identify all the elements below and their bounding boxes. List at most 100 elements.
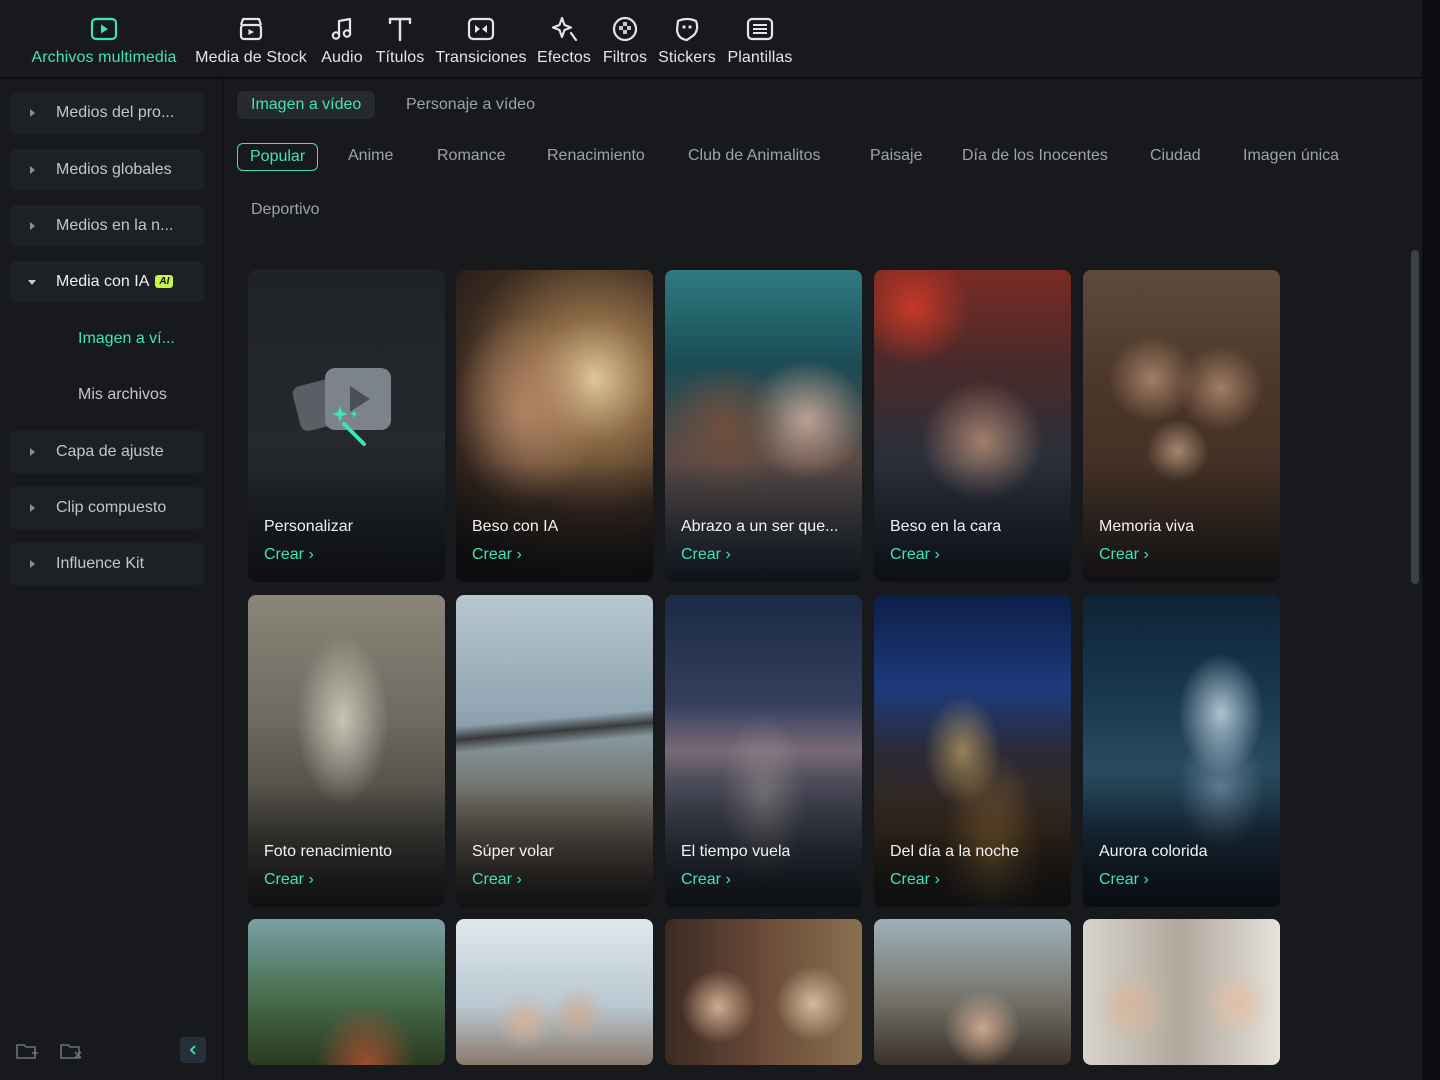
category-popular[interactable]: Popular	[237, 143, 319, 171]
sidebar-item-medios-globales[interactable]: Medios globales	[10, 149, 204, 191]
template-card-personalizar[interactable]: Personalizar Crear ›	[248, 270, 445, 582]
card-thumbnail-glow	[1083, 919, 1280, 1065]
chevron-down-icon	[28, 280, 36, 285]
sidebar: Medios del pro... Medios globales Medios…	[0, 79, 222, 1080]
chevron-right-icon	[30, 504, 35, 512]
sidebar-item-label: Medios en la n...	[56, 217, 174, 234]
create-label: Crear	[472, 546, 513, 563]
vertical-scrollbar[interactable]	[1411, 250, 1419, 584]
sidebar-subitem-mis-archivos[interactable]: Mis archivos	[78, 386, 167, 404]
template-card[interactable]	[665, 919, 862, 1065]
sidebar-item-influence-kit[interactable]: Influence Kit	[10, 543, 204, 585]
new-folder-icon[interactable]	[15, 1040, 39, 1062]
chevron-right-icon	[30, 222, 35, 230]
tool-label: Media de Stock	[195, 49, 307, 66]
create-link[interactable]: Crear ›	[472, 546, 522, 564]
tool-media-de-stock[interactable]: Media de Stock	[192, 0, 310, 78]
template-card-aurora-colorida[interactable]: Aurora colorida Crear ›	[1083, 595, 1280, 907]
create-link[interactable]: Crear ›	[1099, 871, 1149, 889]
card-title: Del día a la noche	[890, 843, 1019, 860]
sidebar-item-medios-en-la-nube[interactable]: Medios en la n...	[10, 205, 204, 247]
card-title: Foto renacimiento	[264, 843, 393, 860]
sidebar-item-label: Clip compuesto	[56, 499, 167, 516]
template-card-abrazo[interactable]: Abrazo a un ser que... Crear ›	[665, 270, 862, 582]
template-card-el-tiempo-vuela[interactable]: El tiempo vuela Crear ›	[665, 595, 862, 907]
category-romance[interactable]: Romance	[437, 143, 505, 171]
sidebar-item-label: Media con IA	[56, 273, 150, 290]
create-label: Crear	[1099, 546, 1140, 563]
category-club-de-animalitos[interactable]: Club de Animalitos	[688, 143, 821, 171]
template-card-del-dia-a-la-noche[interactable]: Del día a la noche Crear ›	[874, 595, 1071, 907]
main-panel: Imagen a vídeo Personaje a vídeo Popular…	[223, 79, 1422, 1080]
create-label: Crear	[1099, 871, 1140, 888]
tool-archivos-multimedia[interactable]: Archivos multimedia	[25, 0, 183, 78]
create-link[interactable]: Crear ›	[264, 871, 314, 889]
create-link[interactable]: Crear ›	[681, 871, 731, 889]
template-card[interactable]	[248, 919, 445, 1065]
template-card[interactable]	[1083, 919, 1280, 1065]
template-card-beso-en-la-cara[interactable]: Beso en la cara Crear ›	[874, 270, 1071, 582]
category-ciudad[interactable]: Ciudad	[1150, 143, 1201, 171]
tool-label: Archivos multimedia	[31, 49, 177, 66]
sidebar-item-capa-de-ajuste[interactable]: Capa de ajuste	[10, 431, 204, 473]
collapse-sidebar-button[interactable]	[180, 1037, 206, 1063]
tool-efectos[interactable]: Efectos	[535, 0, 593, 78]
card-title: El tiempo vuela	[681, 843, 791, 860]
create-link[interactable]: Crear ›	[681, 546, 731, 564]
sidebar-item-clip-compuesto[interactable]: Clip compuesto	[10, 487, 204, 529]
tool-audio[interactable]: Audio	[316, 0, 368, 78]
tool-plantillas[interactable]: Plantillas	[724, 0, 796, 78]
card-thumbnail-glow	[248, 919, 445, 1065]
chevron-left-icon	[189, 1045, 196, 1055]
create-link[interactable]: Crear ›	[472, 871, 522, 889]
category-anime[interactable]: Anime	[348, 143, 393, 171]
create-label: Crear	[472, 871, 513, 888]
create-link[interactable]: Crear ›	[264, 546, 314, 564]
create-link[interactable]: Crear ›	[890, 546, 940, 564]
tool-filtros[interactable]: Filtros	[599, 0, 651, 78]
sidebar-item-label: Influence Kit	[56, 555, 145, 572]
tab-imagen-a-video[interactable]: Imagen a vídeo	[237, 91, 376, 119]
template-card-beso-con-ia[interactable]: Beso con IA Crear ›	[456, 270, 653, 582]
template-card-memoria-viva[interactable]: Memoria viva Crear ›	[1083, 270, 1280, 582]
category-paisaje[interactable]: Paisaje	[870, 143, 922, 171]
category-deportivo[interactable]: Deportivo	[251, 197, 319, 225]
category-renacimiento[interactable]: Renacimiento	[547, 143, 645, 171]
chevron-right-icon	[30, 560, 35, 568]
delete-folder-icon[interactable]	[59, 1040, 83, 1062]
create-link[interactable]: Crear ›	[890, 871, 940, 889]
sticker-icon	[671, 13, 703, 45]
chevron-right-icon	[30, 166, 35, 174]
template-card-foto-renacimiento[interactable]: Foto renacimiento Crear ›	[248, 595, 445, 907]
category-dia-de-los-inocentes[interactable]: Día de los Inocentes	[962, 143, 1108, 171]
sidebar-item-medios-del-proyecto[interactable]: Medios del pro...	[10, 92, 204, 134]
card-thumbnail-glow	[874, 919, 1071, 1065]
sidebar-item-media-con-ia[interactable]: Media con IA AI	[10, 261, 204, 303]
tool-label: Transiciones	[435, 49, 527, 66]
create-label: Crear	[890, 546, 931, 563]
create-link[interactable]: Crear ›	[1099, 546, 1149, 564]
tool-stickers[interactable]: Stickers	[656, 0, 718, 78]
chevron-right-icon	[30, 448, 35, 456]
sidebar-item-label: Capa de ajuste	[56, 443, 164, 460]
tab-personaje-a-video[interactable]: Personaje a vídeo	[392, 91, 549, 119]
effects-sparkle-icon	[548, 13, 580, 45]
tool-label: Filtros	[602, 49, 648, 66]
stock-store-icon	[235, 13, 267, 45]
sidebar-subitem-imagen-a-video[interactable]: Imagen a ví...	[78, 330, 175, 348]
template-card-super-volar[interactable]: Súper volar Crear ›	[456, 595, 653, 907]
transition-icon	[465, 13, 497, 45]
template-card[interactable]	[456, 919, 653, 1065]
image-to-video-icon	[292, 368, 391, 446]
card-title: Beso en la cara	[890, 518, 1002, 535]
template-card[interactable]	[874, 919, 1071, 1065]
tool-label: Stickers	[658, 49, 716, 66]
create-label: Crear	[264, 871, 305, 888]
tool-label: Plantillas	[727, 49, 793, 66]
media-folder-icon	[88, 13, 120, 45]
card-thumbnail-glow	[665, 919, 862, 1065]
category-imagen-unica[interactable]: Imagen única	[1243, 143, 1339, 171]
tool-transiciones[interactable]: Transiciones	[433, 0, 529, 78]
tool-label: Títulos	[375, 49, 425, 66]
tool-titulos[interactable]: Títulos	[373, 0, 427, 78]
